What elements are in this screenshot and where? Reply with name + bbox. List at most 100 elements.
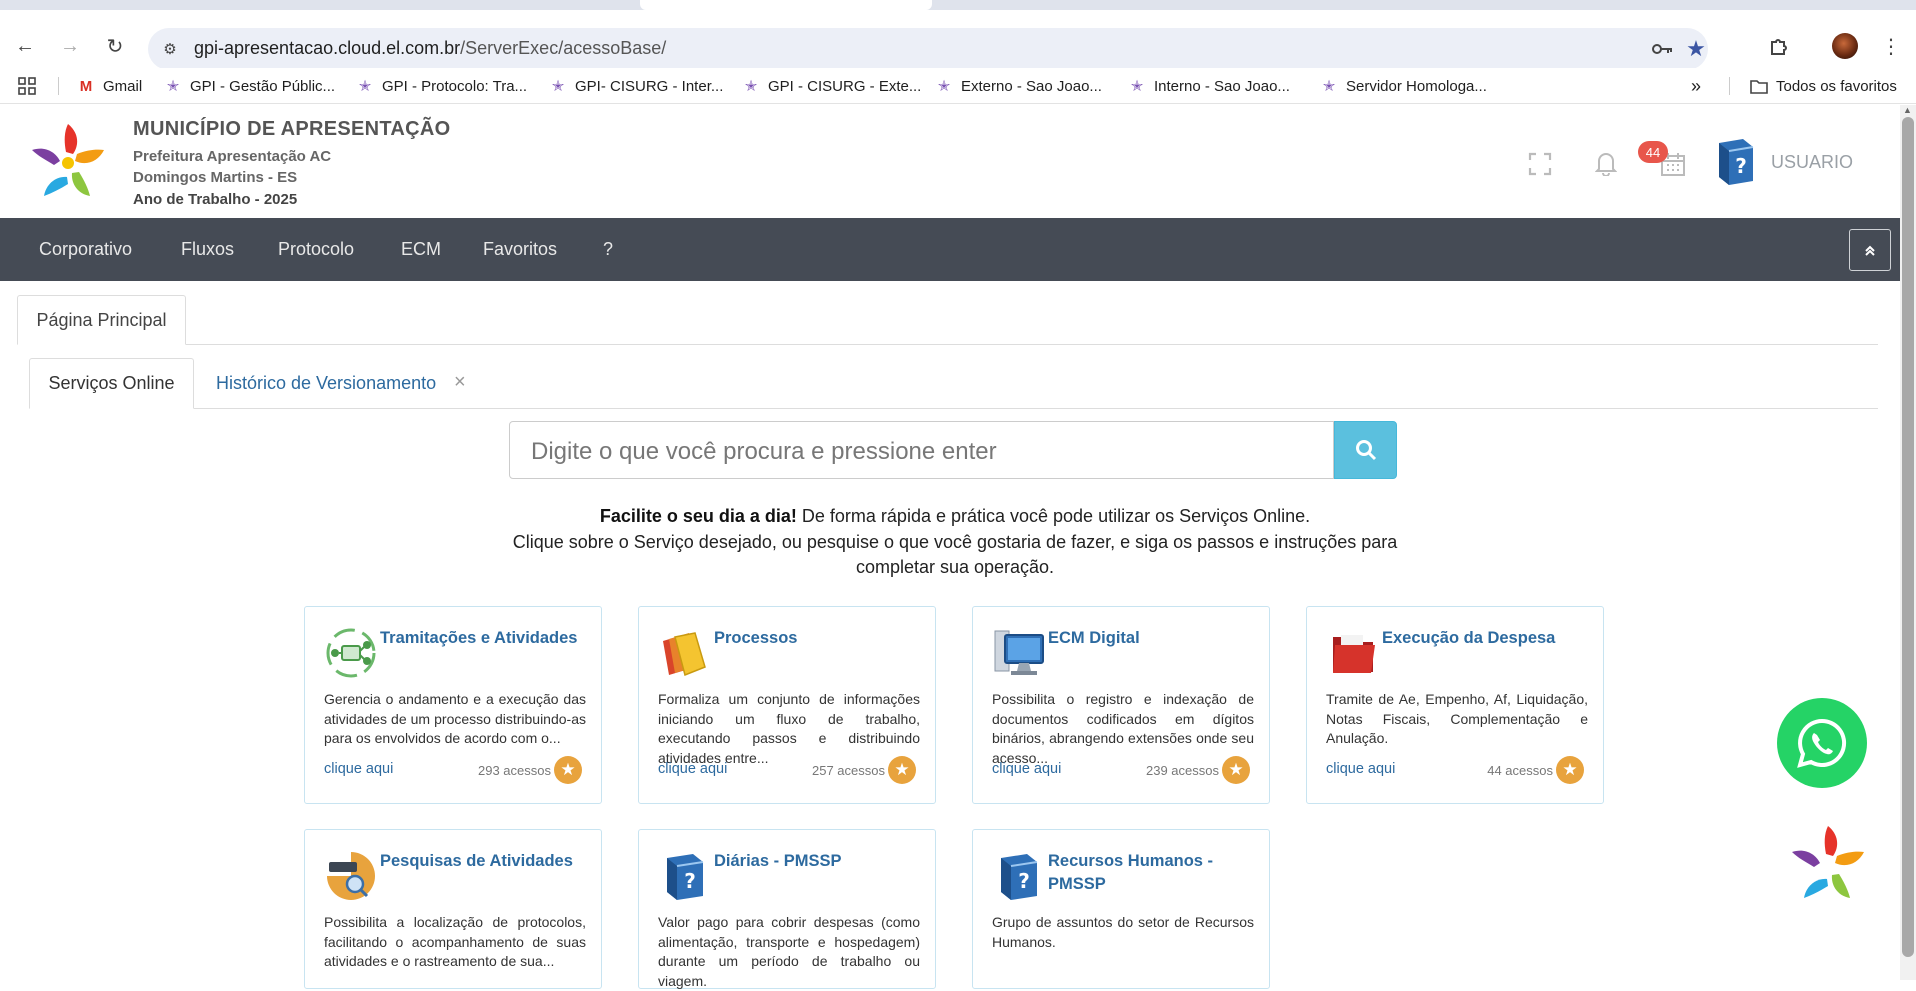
search-button[interactable] <box>1334 421 1397 479</box>
red-folder-icon <box>1327 627 1379 679</box>
gpi-star-icon: ✭ <box>551 78 565 95</box>
card-access-count: 44 acessos <box>1487 763 1553 778</box>
folder-icon <box>1750 77 1768 95</box>
service-card-pesquisas[interactable]: Pesquisas de Atividades Possibilita a lo… <box>304 829 602 989</box>
bookmark-item[interactable]: ✭ Interno - Sao Joao... <box>1128 76 1290 96</box>
page-scrollbar[interactable]: ▲ <box>1900 105 1916 980</box>
url-host: gpi-apresentacao.cloud.el.com.br <box>194 38 461 58</box>
card-link[interactable]: clique aqui <box>1326 761 1395 777</box>
tab-servicos-online[interactable]: Serviços Online <box>29 358 194 409</box>
computer-icon <box>993 627 1045 679</box>
bookmark-item[interactable]: ✭ GPI - CISURG - Exte... <box>742 76 922 96</box>
bookmark-gmail[interactable]: M Gmail <box>77 76 142 96</box>
service-card-ecm-digital[interactable]: ECM Digital Possibilita o registro e ind… <box>972 606 1270 804</box>
favorite-star-icon[interactable]: ★ <box>1222 756 1250 784</box>
help-book-icon: ? <box>993 850 1045 902</box>
profile-avatar[interactable] <box>1831 32 1859 60</box>
gpi-star-icon: ✭ <box>1130 78 1144 95</box>
card-link[interactable]: clique aqui <box>324 761 393 777</box>
favorite-star-icon[interactable]: ★ <box>1556 756 1584 784</box>
service-card-processos[interactable]: Processos Formaliza um conjunto de infor… <box>638 606 936 804</box>
scrollbar-thumb[interactable] <box>1902 117 1914 957</box>
user-name[interactable]: USUARIO <box>1771 152 1853 173</box>
card-title[interactable]: Recursos Humanos - PMSSP <box>1048 850 1258 896</box>
card-description: Valor pago para cobrir despesas (como al… <box>658 914 920 989</box>
card-title[interactable]: Tramitações e Atividades <box>380 627 590 650</box>
service-card-tramitacoes[interactable]: Tramitações e Atividades Gerencia o anda… <box>304 606 602 804</box>
bookmark-label: Servidor Homologa... <box>1346 77 1487 95</box>
whatsapp-button[interactable] <box>1777 698 1867 788</box>
site-info-icon[interactable]: ⚙ <box>158 37 182 61</box>
browser-menu-icon[interactable]: ⋮ <box>1877 32 1905 60</box>
gmail-icon: M <box>79 77 93 95</box>
menu-item-ecm[interactable]: ECM <box>401 239 441 260</box>
intro-text: Facilite o seu dia a dia! De forma rápid… <box>480 504 1430 581</box>
sub-tab-divider <box>29 408 1878 409</box>
main-menu-bar: Corporativo Fluxos Protocolo ECM Favorit… <box>0 218 1900 281</box>
more-bookmarks-button[interactable]: » <box>1691 76 1701 96</box>
scroll-up-arrow-icon[interactable]: ▲ <box>1903 105 1912 115</box>
extensions-icon[interactable] <box>1765 32 1793 60</box>
card-title[interactable]: Pesquisas de Atividades <box>380 850 590 873</box>
menu-item-corporativo[interactable]: Corporativo <box>39 239 132 260</box>
user-avatar-icon[interactable]: ? <box>1713 137 1759 185</box>
bookmark-label: GPI - Protocolo: Tra... <box>382 77 528 95</box>
tab-historico-versionamento[interactable]: Histórico de Versionamento <box>216 373 436 394</box>
floating-logo-button[interactable] <box>1786 820 1870 904</box>
card-title[interactable]: Execução da Despesa <box>1382 627 1592 650</box>
card-title[interactable]: Diárias - PMSSP <box>714 850 924 873</box>
intro-bold: Facilite o seu dia a dia! <box>599 506 797 526</box>
notification-count-badge[interactable]: 44 <box>1638 141 1668 163</box>
favorite-star-icon[interactable]: ★ <box>554 756 582 784</box>
bookmark-item[interactable]: ✭ Servidor Homologa... <box>1320 76 1487 96</box>
bookmark-item[interactable]: ✭ Externo - Sao Joao... <box>935 76 1102 96</box>
reload-icon[interactable]: ↻ <box>101 32 129 60</box>
card-description: Possibilita a localização de protocolos,… <box>324 914 586 969</box>
bookmark-label: Interno - Sao Joao... <box>1154 77 1290 95</box>
fullscreen-icon[interactable] <box>1526 150 1554 178</box>
card-description: Possibilita o registro e indexação de do… <box>992 691 1254 766</box>
prefecture-name: Prefeitura Apresentação AC <box>133 148 332 165</box>
back-icon[interactable]: ← <box>11 32 39 60</box>
tab-pagina-principal[interactable]: Página Principal <box>17 295 186 345</box>
bookmark-item[interactable]: ✭ GPI- CISURG - Inter... <box>549 76 724 96</box>
favorite-star-icon[interactable]: ★ <box>888 756 916 784</box>
apps-grid-icon[interactable] <box>18 76 36 96</box>
card-title[interactable]: Processos <box>714 627 924 650</box>
close-tab-icon[interactable]: × <box>454 371 466 394</box>
menu-item-help[interactable]: ? <box>603 239 613 260</box>
search-input[interactable]: Digite o que você procura e pressione en… <box>509 421 1334 479</box>
collapse-menu-button[interactable] <box>1849 229 1891 271</box>
main-tab-divider <box>17 344 1878 345</box>
folders-icon <box>659 627 711 679</box>
help-book-icon: ? <box>659 850 711 902</box>
bookmark-star-icon[interactable]: ★ <box>1683 36 1709 62</box>
all-favorites-label: Todos os favoritos <box>1776 77 1897 95</box>
address-bar[interactable]: ⚙ gpi-apresentacao.cloud.el.com.br/Serve… <box>148 28 1708 70</box>
url-text[interactable]: gpi-apresentacao.cloud.el.com.br/ServerE… <box>194 38 666 59</box>
active-browser-tab[interactable] <box>640 0 932 10</box>
menu-item-protocolo[interactable]: Protocolo <box>278 239 354 260</box>
service-card-recursos-humanos[interactable]: ? Recursos Humanos - PMSSP Grupo de assu… <box>972 829 1270 989</box>
password-key-icon[interactable] <box>1650 36 1676 62</box>
card-title[interactable]: ECM Digital <box>1048 627 1258 650</box>
card-link[interactable]: clique aqui <box>658 761 727 777</box>
all-favorites-folder[interactable]: Todos os favoritos <box>1750 76 1897 96</box>
service-card-diarias[interactable]: ? Diárias - PMSSP Valor pago para cobrir… <box>638 829 936 989</box>
menu-item-favoritos[interactable]: Favoritos <box>483 239 557 260</box>
forward-icon[interactable]: → <box>56 32 84 60</box>
search-placeholder: Digite o que você procura e pressione en… <box>531 438 997 465</box>
svg-text:?: ? <box>1735 154 1747 178</box>
work-year: Ano de Trabalho - 2025 <box>133 191 298 208</box>
service-card-execucao-despesa[interactable]: Execução da Despesa Tramite de Ae, Empen… <box>1306 606 1604 804</box>
city-state: Domingos Martins - ES <box>133 169 298 186</box>
card-link[interactable]: clique aqui <box>992 761 1061 777</box>
notifications-bell-icon[interactable] <box>1592 148 1620 178</box>
gpi-star-icon: ✭ <box>1322 78 1336 95</box>
bookmark-item[interactable]: ✭ GPI - Protocolo: Tra... <box>356 76 527 96</box>
menu-item-fluxos[interactable]: Fluxos <box>181 239 234 260</box>
bookmark-item[interactable]: ✭ GPI - Gestão Públic... <box>164 76 335 96</box>
municipality-logo <box>26 118 110 202</box>
intro-line1: De forma rápida e prática você pode util… <box>796 506 1311 526</box>
bookmark-label: GPI- CISURG - Inter... <box>575 77 724 95</box>
